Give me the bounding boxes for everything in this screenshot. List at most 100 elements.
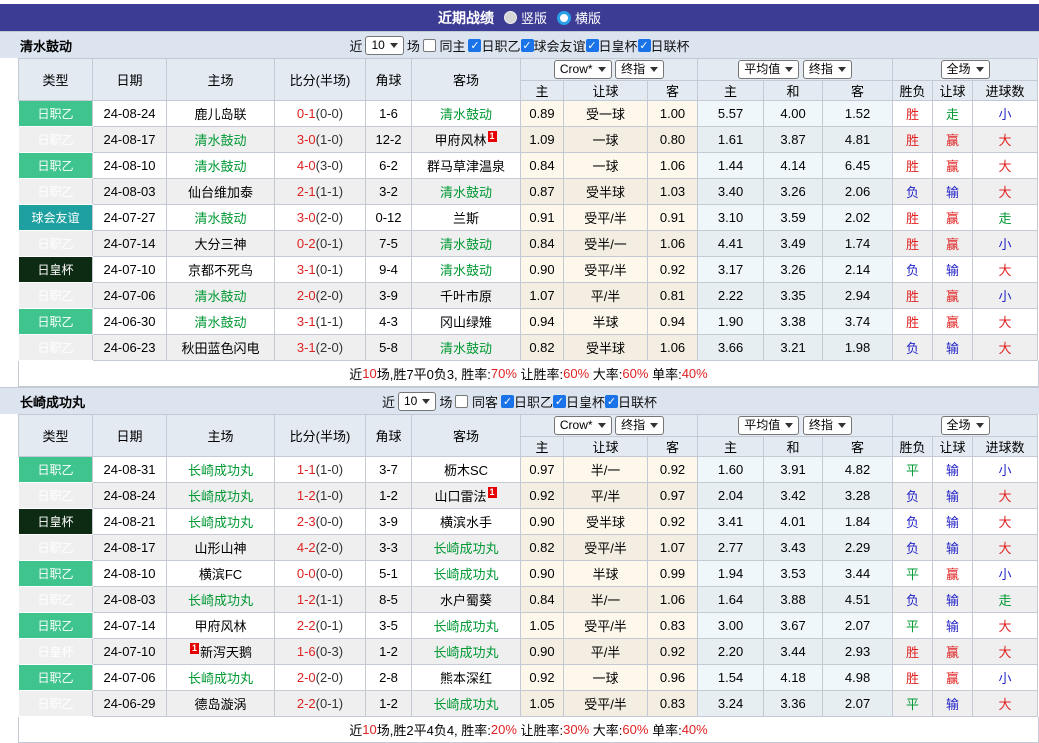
team-link[interactable]: 山形山神: [194, 541, 246, 556]
halftime-score: (2-0): [316, 540, 343, 555]
result-wdl: 负: [893, 257, 933, 283]
fulltime-select[interactable]: 全场: [941, 60, 990, 79]
checkbox-checked-icon[interactable]: ✓: [605, 395, 618, 408]
avg-home: 1.44: [698, 153, 764, 179]
league-filter-球会友谊[interactable]: ✓球会友谊: [521, 36, 586, 55]
bookmaker-select[interactable]: Crow*: [554, 416, 612, 435]
checkbox-checked-icon[interactable]: ✓: [638, 39, 651, 52]
layout-radio-horizontal[interactable]: 横版: [557, 8, 601, 27]
team-link[interactable]: 枥木SC: [444, 463, 488, 478]
league-filter-日职乙[interactable]: ✓日职乙: [468, 36, 520, 55]
team-link[interactable]: 长崎成功丸: [188, 671, 253, 686]
match-date: 24-07-27: [93, 205, 167, 231]
score-cell: 2-1(1-1): [275, 179, 366, 205]
avg-select[interactable]: 平均值: [738, 60, 799, 79]
team-link[interactable]: 熊本深红: [440, 671, 492, 686]
league-filter-日联杯[interactable]: ✓日联杯: [605, 392, 657, 411]
team-link[interactable]: 横滨FC: [199, 567, 242, 582]
col-type: 类型: [19, 415, 93, 457]
team-link[interactable]: 长崎成功丸: [433, 619, 498, 634]
team-link[interactable]: 群马草津温泉: [427, 159, 505, 174]
team-link[interactable]: 清水鼓动: [194, 315, 246, 330]
score-cell: 3-0(2-0): [275, 205, 366, 231]
team-link[interactable]: 长崎成功丸: [433, 541, 498, 556]
team-link[interactable]: 长崎成功丸: [188, 515, 253, 530]
same-home-checkbox[interactable]: 同主: [423, 36, 466, 55]
league-filter-日职乙[interactable]: ✓日职乙: [501, 392, 553, 411]
match-type-badge: 日职乙: [19, 283, 93, 309]
fulltime-score: 3-1: [297, 314, 316, 329]
team-link[interactable]: 长崎成功丸: [188, 489, 253, 504]
team-cell: 兰斯: [412, 205, 521, 231]
team-link[interactable]: 新泻天鹅: [200, 645, 252, 660]
league-filter-日联杯[interactable]: ✓日联杯: [638, 36, 690, 55]
radio-button-icon[interactable]: [504, 11, 517, 24]
team-link[interactable]: 兰斯: [453, 211, 479, 226]
avg-draw: 3.36: [764, 691, 823, 717]
fulltime-select[interactable]: 全场: [941, 416, 990, 435]
team-link[interactable]: 长崎成功丸: [433, 645, 498, 660]
avg-time-select[interactable]: 终指: [803, 60, 852, 79]
team-cell: 德岛漩涡: [167, 691, 275, 717]
match-row: 日职乙24-07-06长崎成功丸2-0(2-0)2-8熊本深红0.92一球0.9…: [19, 665, 1038, 691]
team-link[interactable]: 清水鼓动: [194, 211, 246, 226]
team-link[interactable]: 秋田蓝色闪电: [181, 341, 259, 356]
rounds-select[interactable]: 10: [365, 36, 403, 55]
team-link[interactable]: 清水鼓动: [440, 185, 492, 200]
team-link[interactable]: 清水鼓动: [440, 341, 492, 356]
team-link[interactable]: 清水鼓动: [440, 263, 492, 278]
team-link[interactable]: 清水鼓动: [440, 237, 492, 252]
halftime-score: (0-3): [316, 644, 343, 659]
summary-segment: 60%: [622, 366, 648, 381]
halftime-score: (0-1): [316, 696, 343, 711]
league-filter-日皇杯[interactable]: ✓日皇杯: [586, 36, 638, 55]
team-link[interactable]: 水户蜀葵: [440, 593, 492, 608]
same-away-checkbox[interactable]: 同客: [455, 392, 498, 411]
bookmaker-select[interactable]: Crow*: [554, 60, 612, 79]
checkbox-icon[interactable]: [423, 39, 436, 52]
team-link[interactable]: 清水鼓动: [194, 133, 246, 148]
radio-button-icon[interactable]: [557, 11, 571, 25]
odds-time-select[interactable]: 终指: [615, 60, 664, 79]
avg-odds-group: 平均值 终指: [698, 415, 893, 437]
checkbox-checked-icon[interactable]: ✓: [468, 39, 481, 52]
checkbox-checked-icon[interactable]: ✓: [553, 395, 566, 408]
odds-handicap: 平/半: [564, 639, 648, 665]
league-filter-日皇杯[interactable]: ✓日皇杯: [553, 392, 605, 411]
checkbox-checked-icon[interactable]: ✓: [586, 39, 599, 52]
team-link[interactable]: 山口雷法: [434, 489, 486, 504]
team-link[interactable]: 鹿儿岛联: [194, 107, 246, 122]
team-link[interactable]: 千叶市原: [440, 289, 492, 304]
team-link[interactable]: 长崎成功丸: [433, 567, 498, 582]
odds-time-select[interactable]: 终指: [615, 416, 664, 435]
team-link[interactable]: 仙台维加泰: [188, 185, 253, 200]
result-handicap: 赢: [933, 205, 973, 231]
team-link[interactable]: 清水鼓动: [440, 107, 492, 122]
result-goals: 走: [973, 205, 1038, 231]
team-link[interactable]: 长崎成功丸: [433, 697, 498, 712]
checkbox-icon[interactable]: [455, 395, 468, 408]
layout-radio-vertical[interactable]: 竖版: [504, 8, 547, 27]
team-link[interactable]: 京都不死鸟: [188, 263, 253, 278]
team-link[interactable]: 长崎成功丸: [188, 593, 253, 608]
team-link[interactable]: 德岛漩涡: [194, 697, 246, 712]
team-link[interactable]: 清水鼓动: [194, 159, 246, 174]
checkbox-checked-icon[interactable]: ✓: [501, 395, 514, 408]
team-cell: 长崎成功丸: [167, 587, 275, 613]
chevron-down-icon: [838, 67, 846, 72]
avg-home: 3.10: [698, 205, 764, 231]
team-link[interactable]: 大分三神: [194, 237, 246, 252]
avg-select[interactable]: 平均值: [738, 416, 799, 435]
team-link[interactable]: 长崎成功丸: [188, 463, 253, 478]
team-link[interactable]: 甲府风林: [434, 133, 486, 148]
team-link[interactable]: 冈山绿雉: [440, 315, 492, 330]
rounds-select[interactable]: 10: [398, 392, 436, 411]
team-link[interactable]: 清水鼓动: [194, 289, 246, 304]
team-cell: 长崎成功丸: [167, 665, 275, 691]
checkbox-checked-icon[interactable]: ✓: [521, 39, 534, 52]
team-link[interactable]: 横滨水手: [440, 515, 492, 530]
team1-summary: 近10场,胜7平0负3, 胜率:70% 让胜率:60% 大率:60% 单率:40…: [18, 361, 1039, 387]
team-link[interactable]: 甲府风林: [194, 619, 246, 634]
avg-time-select[interactable]: 终指: [803, 416, 852, 435]
halftime-score: (0-1): [316, 262, 343, 277]
